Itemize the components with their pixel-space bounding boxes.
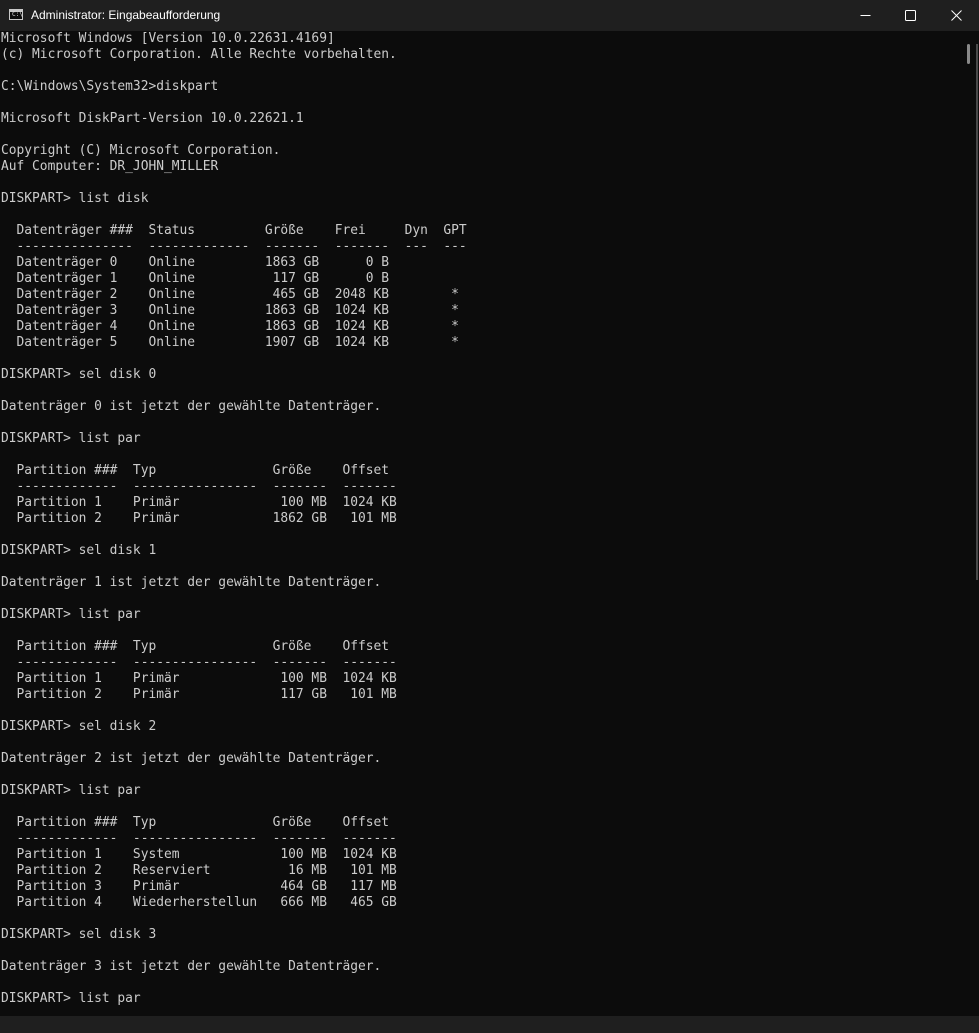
console-line: DISKPART> list par: [1, 431, 141, 446]
console-line: DISKPART> list par: [1, 607, 141, 622]
maximize-button[interactable]: [887, 0, 933, 31]
minimize-icon: [860, 15, 871, 16]
console-line: Partition 1 System 100 MB 1024 KB: [1, 847, 397, 862]
console-text: Microsoft Windows [Version 10.0.22631.41…: [0, 31, 964, 1007]
console-line: Auf Computer: DR_JOHN_MILLER: [1, 159, 219, 174]
console-line: Datenträger 1 ist jetzt der gewählte Dat…: [1, 575, 382, 590]
console-line: Datenträger 1 Online 117 GB 0 B: [1, 271, 390, 286]
console-line: Microsoft DiskPart-Version 10.0.22621.1: [1, 111, 304, 126]
console-line: DISKPART> sel disk 0: [1, 367, 157, 382]
close-button[interactable]: [933, 0, 979, 31]
window-title: Administrator: Eingabeaufforderung: [31, 8, 221, 22]
console-line: Datenträger 5 Online 1907 GB 1024 KB *: [1, 335, 459, 350]
cmd-icon-glyph: C:\: [12, 11, 23, 18]
console-line: Partition ### Typ Größe Offset: [1, 463, 390, 478]
console-line: Partition 2 Primär 117 GB 101 MB: [1, 687, 397, 702]
console-line: Datenträger 3 ist jetzt der gewählte Dat…: [1, 959, 382, 974]
console-line: DISKPART> sel disk 2: [1, 719, 157, 734]
console-line: Partition 3 Primär 464 GB 117 MB: [1, 879, 397, 894]
console-line: --------------- ------------- ------- --…: [1, 239, 467, 254]
console-line: Datenträger 3 Online 1863 GB 1024 KB *: [1, 303, 459, 318]
scrollbar-thumb[interactable]: [976, 44, 978, 580]
console-line: Datenträger 0 ist jetzt der gewählte Dat…: [1, 399, 382, 414]
console-line: Partition 4 Wiederherstellun 666 MB 465 …: [1, 895, 397, 910]
console-line: Copyright (C) Microsoft Corporation.: [1, 143, 281, 158]
window-bottom-bar: [0, 1016, 979, 1033]
console-line: Datenträger 2 ist jetzt der gewählte Dat…: [1, 751, 382, 766]
console-line: DISKPART> sel disk 1: [1, 543, 157, 558]
console-window: C:\ Administrator: Eingabeaufforderung M…: [0, 0, 979, 1033]
scroll-up-indicator[interactable]: [967, 44, 970, 64]
close-icon: [951, 10, 962, 21]
console-line: Datenträger 2 Online 465 GB 2048 KB *: [1, 287, 459, 302]
console-line: Partition ### Typ Größe Offset: [1, 815, 390, 830]
console-line: Datenträger ### Status Größe Frei Dyn GP…: [1, 223, 467, 238]
console-line: DISKPART> sel disk 3: [1, 927, 157, 942]
cmd-icon[interactable]: C:\: [9, 9, 23, 20]
console-output[interactable]: Microsoft Windows [Version 10.0.22631.41…: [0, 31, 964, 1016]
console-line: (c) Microsoft Corporation. Alle Rechte v…: [1, 47, 397, 62]
console-line: Partition 2 Primär 1862 GB 101 MB: [1, 511, 397, 526]
console-line: C:\Windows\System32>diskpart: [1, 79, 219, 94]
console-line: Microsoft Windows [Version 10.0.22631.41…: [1, 31, 335, 46]
maximize-icon: [905, 10, 916, 21]
minimize-button[interactable]: [842, 0, 888, 31]
console-line: DISKPART> list disk: [1, 191, 149, 206]
console-line: Datenträger 0 Online 1863 GB 0 B: [1, 255, 390, 270]
console-line: Partition 2 Reserviert 16 MB 101 MB: [1, 863, 397, 878]
console-line: ------------- ---------------- ------- -…: [1, 831, 397, 846]
console-line: Partition 1 Primär 100 MB 1024 KB: [1, 671, 397, 686]
title-bar[interactable]: C:\ Administrator: Eingabeaufforderung: [0, 0, 979, 31]
console-line: Datenträger 4 Online 1863 GB 1024 KB *: [1, 319, 459, 334]
console-line: ------------- ---------------- ------- -…: [1, 479, 397, 494]
console-line: DISKPART> list par: [1, 783, 141, 798]
console-line: DISKPART> list par: [1, 991, 141, 1006]
console-line: ------------- ---------------- ------- -…: [1, 655, 397, 670]
console-line: Partition 1 Primär 100 MB 1024 KB: [1, 495, 397, 510]
console-line: Partition ### Typ Größe Offset: [1, 639, 390, 654]
